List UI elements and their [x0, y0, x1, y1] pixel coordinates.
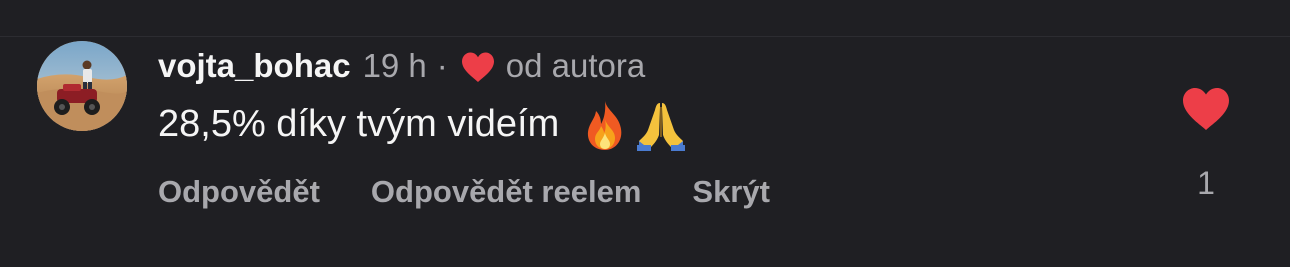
comment-header: vojta_bohac 19 h · od autora: [158, 46, 645, 86]
reply-with-reel-button[interactable]: Odpovědět reelem: [371, 174, 641, 210]
username[interactable]: vojta_bohac: [158, 47, 351, 85]
liked-by-author-label: od autora: [505, 47, 646, 84]
heart-icon: [460, 51, 496, 83]
comment-row: vojta_bohac 19 h · od autora 28,5% díky …: [0, 0, 1290, 267]
like-count: 1: [1197, 165, 1215, 201]
comment-actions: Odpovědět Odpovědět reelem Skrýt: [158, 170, 770, 214]
hide-button[interactable]: Skrýt: [692, 174, 770, 210]
like-button[interactable]: [1181, 86, 1231, 132]
reply-button[interactable]: Odpovědět: [158, 174, 320, 210]
comment-text-line: 28,5% díky tvým videím: [158, 96, 687, 152]
avatar-photo: [37, 41, 127, 131]
comment-time: 19 h: [362, 47, 427, 84]
folded-hands-emoji-icon: [635, 97, 687, 153]
heart-icon: [1183, 88, 1229, 130]
fire-emoji-icon: [579, 97, 631, 153]
separator-dot: ·: [436, 47, 448, 84]
comment-text: 28,5% díky tvým videím: [158, 102, 560, 145]
avatar[interactable]: [37, 41, 127, 131]
